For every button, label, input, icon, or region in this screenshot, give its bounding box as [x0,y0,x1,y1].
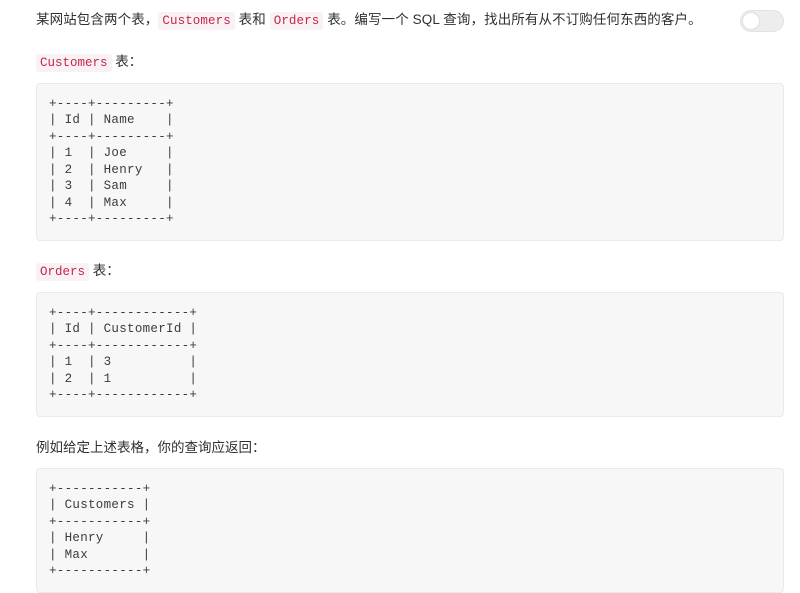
inline-code-customers: Customers [158,12,235,30]
problem-description-page: 某网站包含两个表， Customers 表和 Orders 表。编写一个 SQL … [0,0,800,593]
intro-row: 某网站包含两个表， Customers 表和 Orders 表。编写一个 SQL … [0,0,800,32]
example-paragraph: 例如给定上述表格，你的查询应返回： [36,439,266,455]
customers-table-ascii: +----+---------+ | Id | Name | +----+---… [49,96,174,227]
theme-toggle-wrapper [740,8,784,32]
customers-table-codeblock: +----+---------+ | Id | Name | +----+---… [36,82,784,241]
orders-table-ascii: +----+------------+ | Id | CustomerId | … [49,305,198,403]
inline-code-orders: Orders [269,12,324,30]
orders-table-label-suffix: 表： [89,262,120,278]
inline-code-orders-label: Orders [36,262,90,281]
expected-result-ascii: +-----------+ | Customers | +-----------… [49,481,151,579]
customers-table-label: Customers 表： [0,52,800,73]
intro-text-part-4: 表。编写一个 SQL 查询，找出所有从不订购任何东西的客户。 [323,12,702,27]
inline-code-customers-label: Customers [36,54,112,72]
intro-text-part-2: 表和 [234,12,270,27]
orders-table-codeblock: +----+------------+ | Id | CustomerId | … [36,291,784,417]
theme-toggle[interactable] [740,10,784,32]
intro-text-part-0: 某网站包含两个表， [36,12,159,27]
customers-table-label-suffix: 表： [111,54,143,69]
theme-toggle-knob [742,12,760,30]
expected-result-codeblock: +-----------+ | Customers | +-----------… [36,467,784,593]
orders-table-label: Orders 表： [0,261,800,282]
problem-statement: 某网站包含两个表， Customers 表和 Orders 表。编写一个 SQL … [36,8,730,31]
